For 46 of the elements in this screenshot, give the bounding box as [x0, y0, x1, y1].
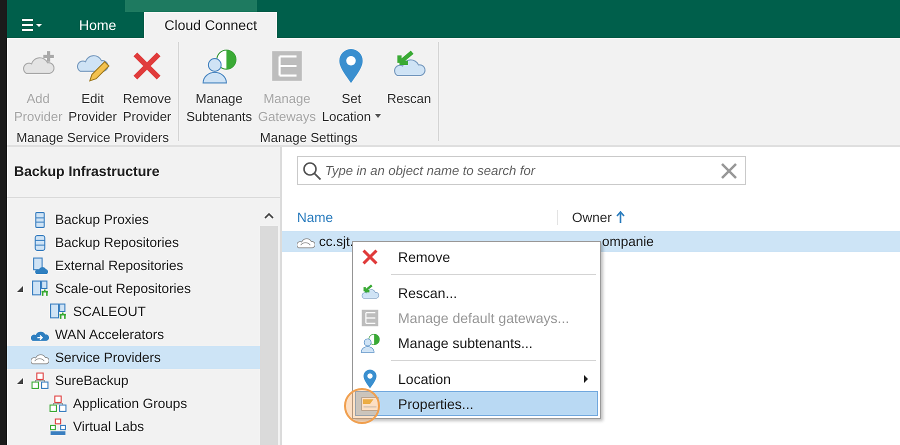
clear-icon[interactable]: [720, 162, 738, 180]
tree-item[interactable]: External Repositories: [7, 254, 260, 277]
ribbon-button[interactable]: Rescan: [384, 42, 434, 126]
server-network-icon: [31, 280, 49, 298]
cross-icon: [360, 246, 380, 266]
click-highlight: [344, 388, 380, 424]
ribbon-tab[interactable]: Cloud Connect: [144, 12, 277, 38]
panel-title: Backup Infrastructure: [13, 162, 160, 181]
table-cell: cc.sjt.: [319, 234, 354, 249]
search-field[interactable]: Type in an object name to search for: [297, 156, 746, 185]
boxes-icon: [31, 372, 49, 390]
group-label: Manage Settings: [258, 129, 358, 147]
column-header[interactable]: Name: [297, 210, 334, 224]
menu-icon: [21, 19, 43, 31]
column-header[interactable]: Owner: [572, 210, 612, 224]
network-icon: [49, 418, 67, 436]
menu-item[interactable]: Rescan...: [355, 280, 598, 305]
ribbon-tab[interactable]: Home: [61, 12, 134, 38]
tree-item[interactable]: WAN Accelerators: [7, 323, 260, 346]
menu-item[interactable]: Location: [355, 366, 598, 391]
tree-item[interactable]: Backup Proxies: [7, 208, 260, 231]
server-cloud-icon: [31, 256, 49, 274]
tree-item[interactable]: Virtual Labs: [7, 415, 260, 438]
menu-item[interactable]: Properties...: [355, 391, 598, 416]
arrows-grid-icon: [360, 308, 380, 328]
ribbon-button[interactable]: Set Location: [318, 42, 384, 126]
tree-item[interactable]: SCALEOUT: [7, 300, 260, 323]
ribbon-button[interactable]: Manage Subtenants: [183, 42, 256, 126]
group-label: Manage Service Providers: [15, 129, 170, 147]
tree-item[interactable]: Backup Repositories: [7, 231, 260, 254]
collapse-icon[interactable]: [15, 284, 25, 294]
search-icon: [302, 161, 322, 181]
ribbon-button[interactable]: Remove Provider: [120, 42, 174, 126]
collapse-icon[interactable]: [15, 376, 25, 386]
menu-item[interactable]: Remove: [355, 244, 598, 269]
boxes-icon: [49, 394, 67, 412]
server-network-icon: [49, 302, 67, 320]
table-cell: ompanie: [602, 234, 654, 249]
tree-item[interactable]: SureBackup: [7, 369, 260, 392]
tree-item[interactable]: Scale-out Repositories: [7, 277, 260, 300]
person-pie-icon: [360, 332, 380, 352]
tree-item[interactable]: Service Providers: [7, 346, 260, 369]
tree-item[interactable]: Application Groups: [7, 392, 260, 415]
ribbon-button[interactable]: Edit Provider: [65, 42, 120, 126]
menu-item[interactable]: Manage subtenants...: [355, 330, 598, 355]
person-pie-icon: [201, 48, 238, 84]
